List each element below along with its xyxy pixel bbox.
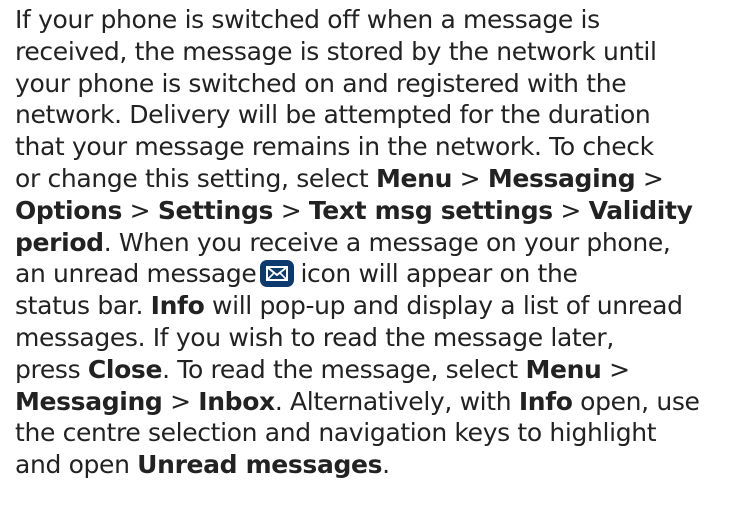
info-term: Info xyxy=(518,386,573,416)
text-line: Messaging > Inbox. Alternatively, with I… xyxy=(15,386,727,418)
text-run: . To read the message, select xyxy=(162,354,526,384)
text-line: that your message remains in the network… xyxy=(15,131,727,163)
close-term: Close xyxy=(87,354,163,384)
text-run: status bar. xyxy=(15,291,151,321)
unread-messages-term: Unread messages xyxy=(137,450,383,480)
text-run: messages. If you wish to read the messag… xyxy=(15,322,614,352)
text-run: an unread message xyxy=(15,259,257,289)
period-term: period xyxy=(15,227,104,257)
menu-term: Menu xyxy=(375,163,453,193)
options-term: Options xyxy=(15,195,123,225)
text-run: that your message remains in the network… xyxy=(15,132,654,162)
text-msg-settings-term: Text msg settings xyxy=(308,195,553,225)
text-line: or change this setting, select Menu > Me… xyxy=(15,163,727,195)
path-separator: > xyxy=(635,163,664,193)
text-run: press xyxy=(15,354,88,384)
settings-term: Settings xyxy=(157,195,274,225)
path-separator: > xyxy=(273,195,309,225)
validity-term: Validity xyxy=(588,195,693,225)
text-run: and open xyxy=(15,450,138,480)
text-run: . Alternatively, with xyxy=(274,386,519,416)
text-run: will pop-up and display a list of unread xyxy=(204,291,683,321)
path-separator: > xyxy=(601,354,630,384)
inbox-term: Inbox xyxy=(198,386,275,416)
text-line: an unread message icon will appear on the xyxy=(15,258,727,290)
messaging-term: Messaging xyxy=(15,386,163,416)
text-line: your phone is switched on and registered… xyxy=(15,68,727,100)
path-separator: > xyxy=(122,195,158,225)
text-run: or change this setting, select xyxy=(15,163,376,193)
text-line: If your phone is switched off when a mes… xyxy=(15,4,727,36)
text-run: the centre selection and navigation keys… xyxy=(15,418,657,448)
text-run: icon will appear on the xyxy=(300,259,578,289)
text-run: If your phone is switched off when a mes… xyxy=(15,5,600,34)
messaging-term: Messaging xyxy=(487,163,636,193)
text-run: received, the message is stored by the n… xyxy=(15,36,657,66)
text-run: network. Delivery will be attempted for … xyxy=(15,100,651,130)
text-run: your phone is switched on and registered… xyxy=(15,68,627,98)
text-line: messages. If you wish to read the messag… xyxy=(15,322,727,354)
info-term: Info xyxy=(150,291,205,321)
text-line: received, the message is stored by the n… xyxy=(15,36,727,68)
text-line: network. Delivery will be attempted for … xyxy=(15,99,727,131)
path-separator: > xyxy=(452,163,488,193)
text-line: and open Unread messages. xyxy=(15,449,727,481)
text-line: the centre selection and navigation keys… xyxy=(15,417,727,449)
text-line: Options > Settings > Text msg settings >… xyxy=(15,195,727,227)
text-run: open, use xyxy=(572,386,700,416)
menu-term: Menu xyxy=(525,354,602,384)
envelope-icon xyxy=(260,260,295,288)
text-run: . xyxy=(382,450,390,480)
text-line: press Close. To read the message, select… xyxy=(15,354,727,386)
instruction-paragraph: If your phone is switched off when a mes… xyxy=(15,4,727,481)
text-run: . When you receive a message on your pho… xyxy=(103,227,671,257)
path-separator: > xyxy=(552,195,589,225)
text-line: period. When you receive a message on yo… xyxy=(15,227,727,259)
path-separator: > xyxy=(162,386,199,416)
text-line: status bar. Info will pop-up and display… xyxy=(15,290,727,322)
